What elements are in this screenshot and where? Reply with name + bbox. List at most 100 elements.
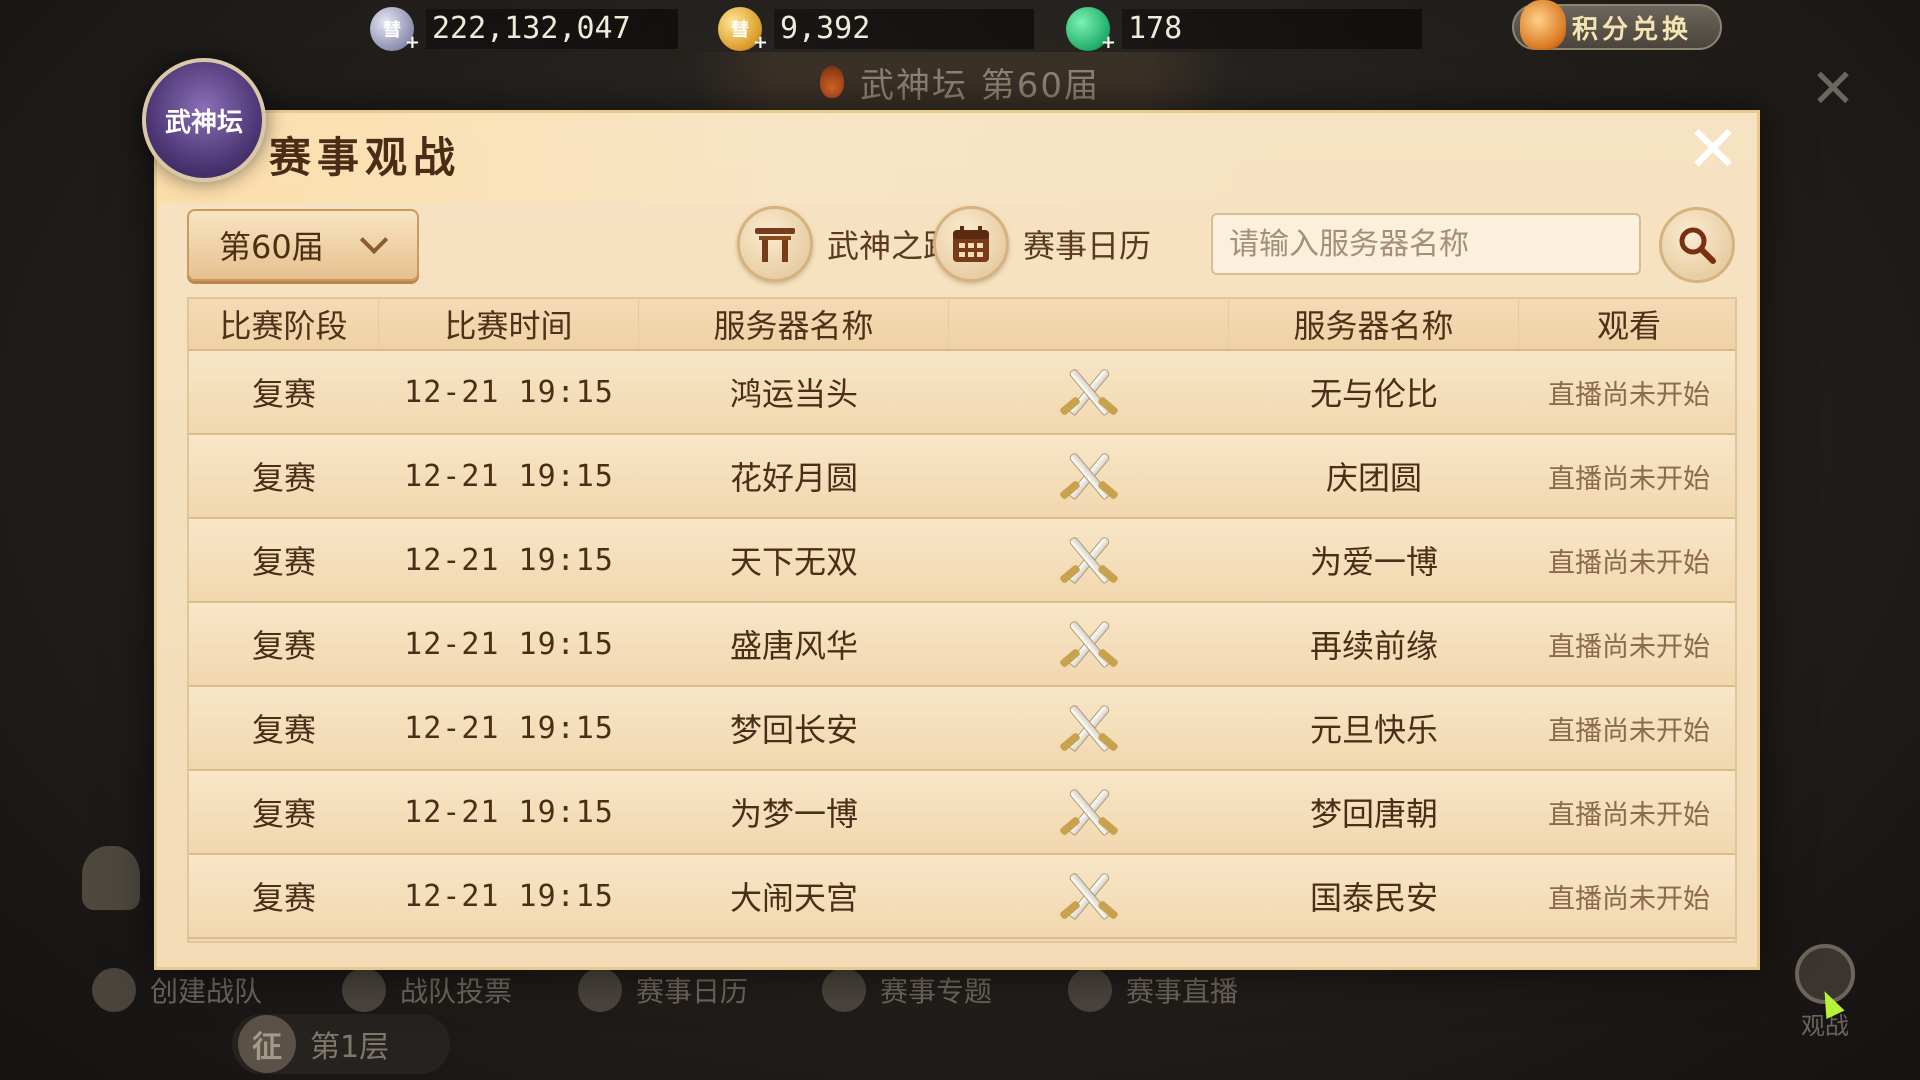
live-icon — [1068, 968, 1112, 1012]
background-close-icon[interactable]: ✕ — [1808, 62, 1858, 116]
header-stage: 比赛阶段 — [189, 299, 379, 349]
chevron-down-icon — [359, 225, 388, 255]
search-button[interactable] — [1659, 207, 1735, 283]
cell-server-a: 为梦一博 — [729, 795, 858, 833]
crossed-swords-icon — [1059, 614, 1119, 674]
table-row: 复赛 12-21 19:15 花好月圆 庆团圆 直播尚未开始 — [189, 435, 1735, 519]
cell-watch-status[interactable]: 直播尚未开始 — [1519, 855, 1739, 937]
arena-emblem-label: 武神坛 — [164, 107, 243, 138]
points-exchange-label: 积分兑换 — [1572, 14, 1693, 45]
gold-coin-icon: 彗 + — [718, 7, 768, 53]
live-button[interactable]: 赛事直播 — [1068, 968, 1238, 1012]
cell-server-a: 大闹天宫 — [729, 879, 858, 917]
cell-watch-status[interactable]: 直播尚未开始 — [1519, 351, 1739, 433]
cell-time: 12-21 19:15 — [404, 626, 614, 662]
flame-icon — [819, 66, 844, 98]
bottom-calendar-button[interactable]: 赛事日历 — [578, 968, 748, 1012]
tower-floor-button[interactable]: 征 第1层 — [232, 1014, 450, 1074]
cell-time: 12-21 19:15 — [404, 794, 614, 830]
crossed-swords-icon — [1059, 866, 1119, 926]
cell-time: 12-21 19:15 — [404, 458, 614, 494]
table-row: 复赛 12-21 19:15 天下无双 为爱一博 直播尚未开始 — [189, 519, 1735, 603]
cell-server-a: 花好月圆 — [729, 459, 858, 497]
topics-label: 赛事专题 — [880, 975, 993, 1008]
versus-cell — [949, 687, 1229, 769]
topics-button[interactable]: 赛事专题 — [822, 968, 992, 1012]
silver-resource[interactable]: 彗 + 222,132,047 — [370, 7, 678, 53]
close-icon[interactable]: ✕ — [1683, 118, 1743, 182]
team-vote-button[interactable]: 战队投票 — [342, 968, 512, 1012]
silver-coin-glyph: 彗 — [383, 20, 401, 41]
points-exchange-button[interactable]: 积分兑换 — [1512, 0, 1722, 50]
versus-cell — [949, 519, 1229, 601]
search-icon — [1679, 227, 1716, 264]
cell-time: 12-21 19:15 — [404, 542, 614, 578]
cell-server-b: 为爱一博 — [1309, 543, 1438, 581]
cell-server-a: 盛唐风华 — [729, 627, 858, 665]
add-silver-icon[interactable]: + — [405, 32, 420, 53]
calendar-button[interactable]: 赛事日历 — [933, 205, 1151, 283]
server-search-input[interactable] — [1211, 213, 1641, 275]
versus-cell — [949, 435, 1229, 517]
create-team-button[interactable]: 创建战队 — [92, 968, 262, 1012]
table-row: 复赛 12-21 19:15 梦回长安 元旦快乐 直播尚未开始 — [189, 687, 1735, 771]
cell-watch-status[interactable]: 直播尚未开始 — [1519, 603, 1739, 685]
add-gold-icon[interactable]: + — [753, 32, 768, 53]
cell-stage: 复赛 — [251, 375, 316, 413]
resource-bar: 彗 + 222,132,047 彗 + 9,392 + 178 积分兑换 — [0, 0, 1920, 58]
dialog-title: 赛事观战 — [269, 133, 462, 182]
cell-stage: 复赛 — [251, 459, 316, 497]
event-title: 武神坛 第60届 — [859, 65, 1101, 106]
cell-watch-status[interactable]: 直播尚未开始 — [1519, 435, 1739, 517]
cell-watch-status[interactable]: 直播尚未开始 — [1519, 687, 1739, 769]
character-silhouette-icon — [82, 846, 140, 910]
cell-server-b: 无与伦比 — [1309, 375, 1438, 413]
cell-stage: 复赛 — [251, 879, 316, 917]
team-vote-label: 战队投票 — [400, 975, 513, 1008]
gold-amount: 9,392 — [774, 9, 1034, 49]
crossed-swords-icon — [1059, 782, 1119, 842]
cell-server-b: 元旦快乐 — [1309, 711, 1438, 749]
versus-cell — [949, 603, 1229, 685]
cell-server-a: 鸿运当头 — [729, 375, 858, 413]
live-label: 赛事直播 — [1126, 975, 1239, 1008]
add-jade-icon[interactable]: + — [1101, 32, 1116, 53]
cell-stage: 复赛 — [251, 795, 316, 833]
table-row: 复赛 12-21 19:15 盛唐风华 再续前缘 直播尚未开始 — [189, 603, 1735, 687]
versus-cell — [949, 351, 1229, 433]
header-time: 比赛时间 — [379, 299, 639, 349]
crossed-swords-icon — [1059, 446, 1119, 506]
gold-resource[interactable]: 彗 + 9,392 — [718, 7, 1034, 53]
calendar-icon — [578, 968, 622, 1012]
cell-server-b: 再续前缘 — [1309, 627, 1438, 665]
cell-server-b: 国泰民安 — [1309, 879, 1438, 917]
cell-server-b: 梦回唐朝 — [1309, 795, 1438, 833]
calendar-label: 赛事日历 — [1023, 227, 1152, 265]
event-title-banner: 武神坛 第60届 — [690, 52, 1230, 112]
season-value: 第60届 — [219, 228, 324, 266]
crossed-swords-icon — [1059, 362, 1119, 422]
header-versus — [949, 299, 1229, 349]
expedition-icon: 征 — [238, 1015, 296, 1073]
header-watch: 观看 — [1596, 307, 1661, 345]
cell-watch-status[interactable]: 直播尚未开始 — [1519, 771, 1739, 853]
silver-amount: 222,132,047 — [426, 9, 678, 49]
tower-floor-label: 第1层 — [310, 1030, 390, 1065]
gold-coin-glyph: 彗 — [731, 20, 749, 41]
create-team-icon — [92, 968, 136, 1012]
cell-server-a: 梦回长安 — [729, 711, 858, 749]
table-row: 复赛 12-21 19:15 大闹天宫 国泰民安 直播尚未开始 — [189, 855, 1735, 939]
road-button[interactable]: 武神之路 — [737, 205, 955, 283]
match-table: 比赛阶段 比赛时间 服务器名称 服务器名称 观看 复赛 12-21 19:15 … — [187, 297, 1737, 943]
header-server-a: 服务器名称 — [639, 299, 949, 349]
arena-emblem: 武神坛 — [142, 58, 266, 182]
cell-watch-status[interactable]: 直播尚未开始 — [1519, 519, 1739, 601]
vote-icon — [342, 968, 386, 1012]
calendar-icon — [933, 206, 1009, 282]
cell-time: 12-21 19:15 — [404, 710, 614, 746]
crossed-swords-icon — [1059, 530, 1119, 590]
versus-cell — [949, 771, 1229, 853]
jade-resource[interactable]: + 178 — [1066, 7, 1422, 53]
cell-time: 12-21 19:15 — [404, 374, 614, 410]
season-dropdown[interactable]: 第60届 — [187, 209, 419, 281]
